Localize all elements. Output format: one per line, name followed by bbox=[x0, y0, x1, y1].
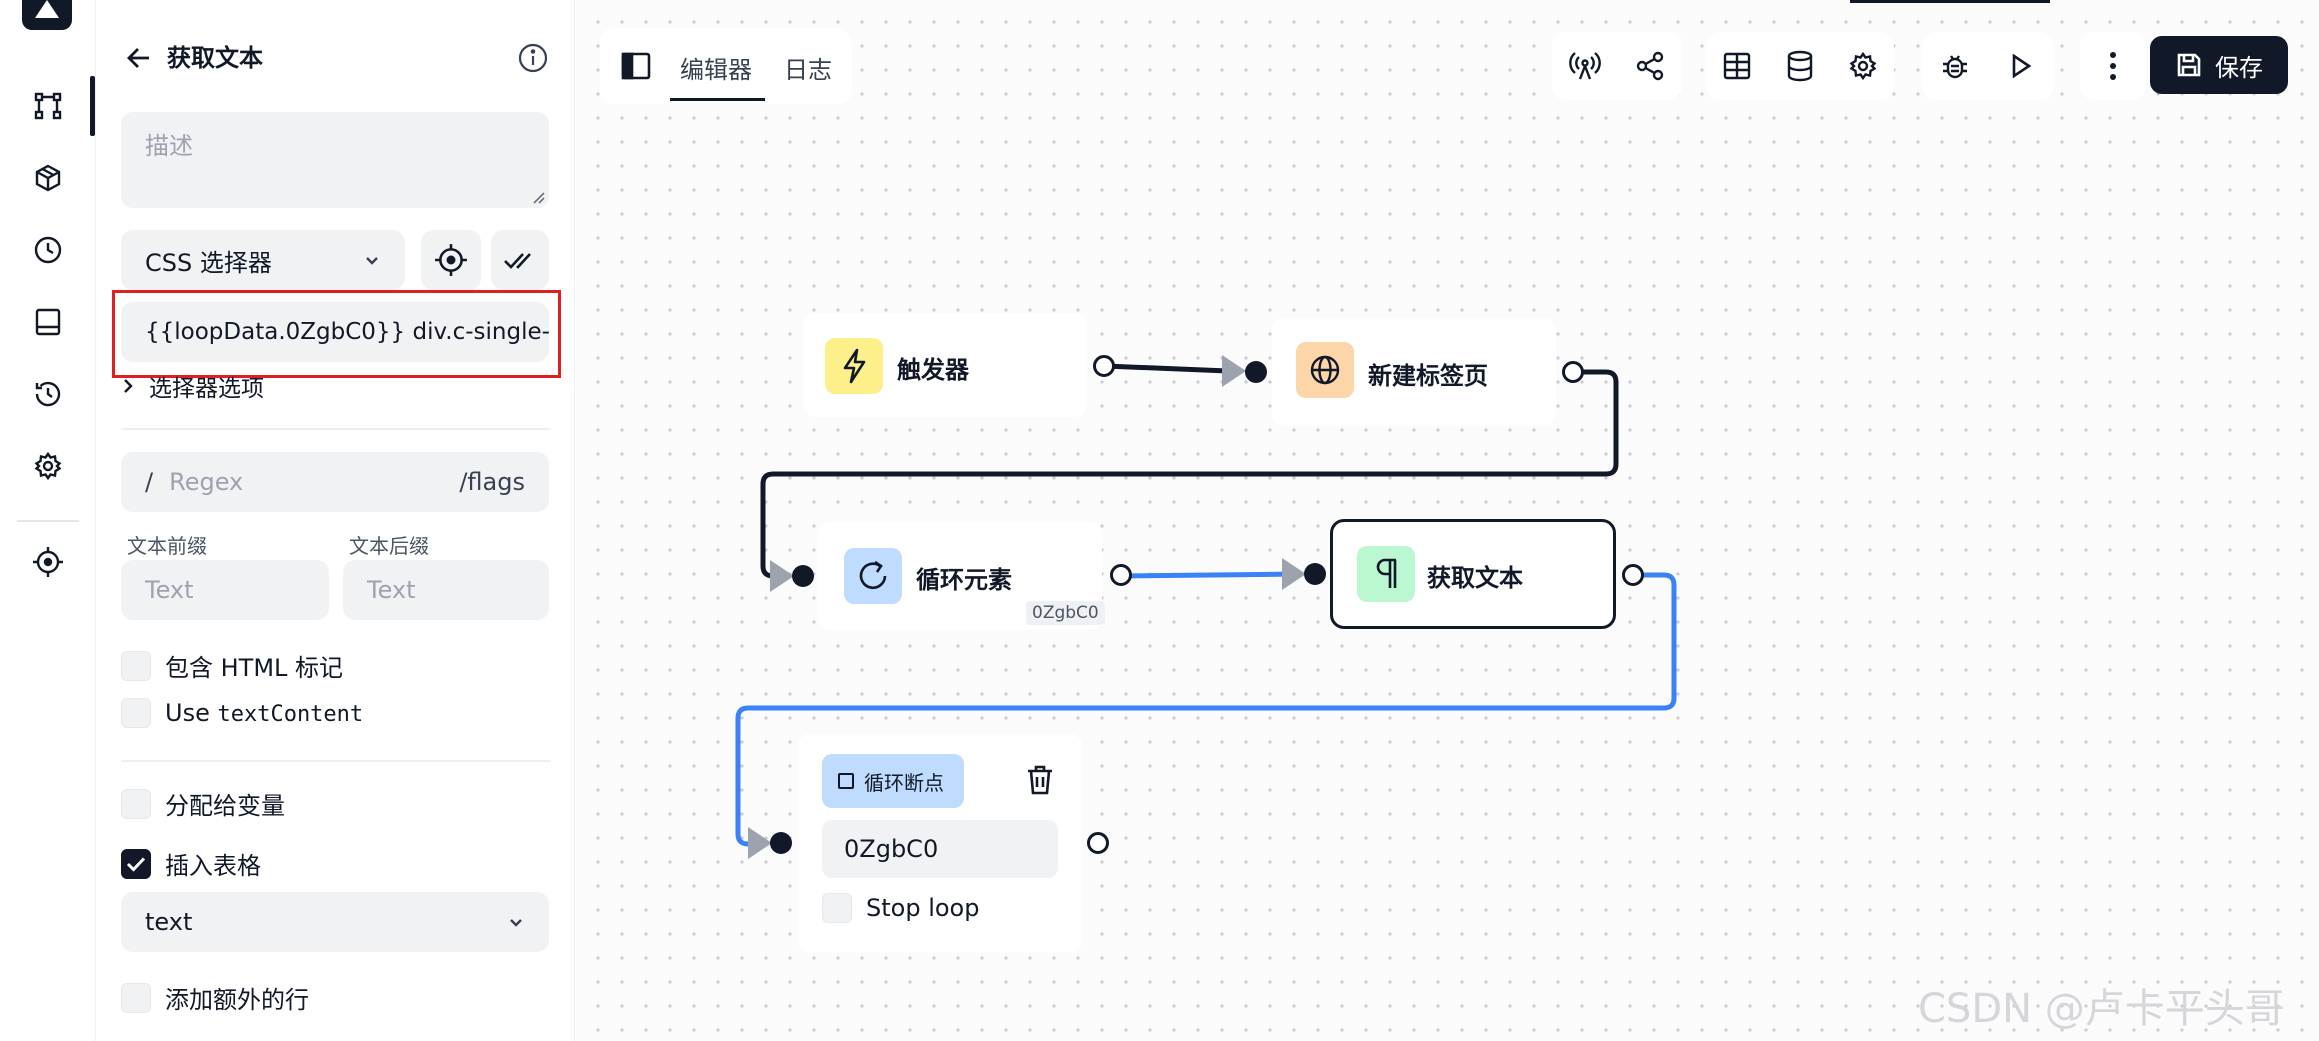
checkbox-box[interactable] bbox=[822, 893, 852, 923]
trash-icon bbox=[1028, 765, 1052, 795]
node-input-port[interactable] bbox=[792, 565, 814, 587]
loop-breakpoint-badge: 循环断点 bbox=[822, 754, 964, 808]
edge-arrowhead bbox=[748, 827, 772, 859]
loop-id-tag: 0ZgbC0 bbox=[1026, 601, 1105, 625]
lightning-icon bbox=[825, 338, 883, 394]
paragraph-icon bbox=[1357, 546, 1415, 602]
watermark-text: CSDN @卢卡平头哥 bbox=[1918, 986, 2285, 1032]
edge-trigger-to-newtab bbox=[1104, 363, 1229, 374]
node-input-port[interactable] bbox=[1245, 361, 1267, 383]
stop-loop-label: Stop loop bbox=[866, 894, 980, 922]
node-input-port[interactable] bbox=[770, 832, 792, 854]
edge-loop-to-gettext bbox=[1119, 571, 1301, 579]
stop-square-icon bbox=[838, 773, 854, 789]
edge-arrowhead bbox=[1222, 355, 1246, 387]
stop-loop-checkbox[interactable]: Stop loop bbox=[822, 893, 979, 923]
globe-icon bbox=[1296, 342, 1354, 398]
node-output-port[interactable] bbox=[1622, 564, 1644, 586]
edge-arrowhead bbox=[770, 560, 794, 592]
workflow-edges bbox=[735, 363, 1677, 847]
node-get-text-label: 获取文本 bbox=[1427, 564, 1523, 592]
loop-breakpoint-label: 循环断点 bbox=[864, 770, 944, 795]
node-loop-label: 循环元素 bbox=[916, 566, 1012, 594]
delete-node-button[interactable] bbox=[1020, 760, 1060, 800]
node-output-port[interactable] bbox=[1087, 832, 1109, 854]
loop-id-input[interactable]: 0ZgbC0 bbox=[822, 820, 1058, 878]
node-input-port[interactable] bbox=[1304, 563, 1326, 585]
node-output-port[interactable] bbox=[1562, 361, 1584, 383]
node-new-tab-label: 新建标签页 bbox=[1368, 362, 1488, 390]
edge-arrowhead bbox=[1282, 558, 1306, 590]
refresh-loop-icon bbox=[844, 548, 902, 604]
node-output-port[interactable] bbox=[1110, 564, 1132, 586]
loop-id-value: 0ZgbC0 bbox=[844, 835, 939, 863]
node-output-port[interactable] bbox=[1093, 355, 1115, 377]
node-trigger-label: 触发器 bbox=[897, 356, 969, 384]
